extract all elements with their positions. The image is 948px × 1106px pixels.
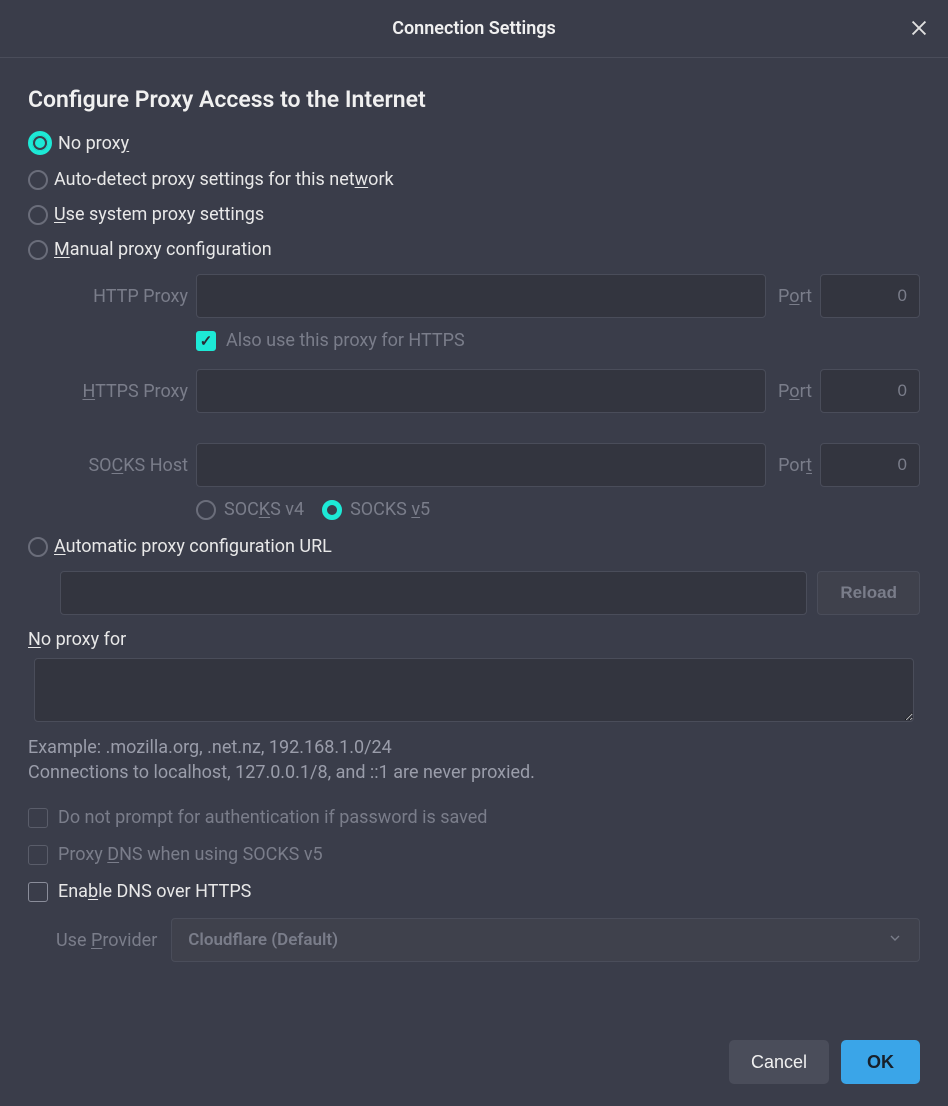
no-proxy-for-label: No proxy for bbox=[28, 629, 920, 650]
dialog-title: Connection Settings bbox=[392, 18, 556, 39]
radio-no-proxy[interactable]: No proxy bbox=[28, 131, 920, 155]
radio-manual-proxy[interactable]: Manual proxy configuration bbox=[28, 239, 920, 260]
port-label: Port bbox=[778, 455, 812, 476]
provider-label: Use Provider bbox=[56, 930, 157, 951]
https-port-input[interactable] bbox=[820, 369, 920, 413]
socks-port-input[interactable] bbox=[820, 443, 920, 487]
radio-auto-config-url[interactable]: Automatic proxy configuration URL bbox=[28, 536, 920, 557]
radio-icon bbox=[28, 205, 48, 225]
doh-provider-row: Use Provider Cloudflare (Default) bbox=[56, 918, 920, 962]
radio-icon bbox=[322, 500, 342, 520]
radio-label: SOCKS v4 bbox=[224, 499, 304, 520]
radio-icon bbox=[28, 131, 52, 155]
radio-icon bbox=[196, 500, 216, 520]
dialog-footer: Cancel OK bbox=[0, 1022, 948, 1106]
radio-system-proxy[interactable]: Use system proxy settings bbox=[28, 204, 920, 225]
http-port-input[interactable] bbox=[820, 274, 920, 318]
select-value: Cloudflare (Default) bbox=[188, 930, 338, 950]
checkbox-label: Enable DNS over HTTPS bbox=[58, 881, 251, 902]
port-label: Port bbox=[778, 286, 812, 307]
checkbox-icon bbox=[196, 331, 216, 351]
provider-select[interactable]: Cloudflare (Default) bbox=[171, 918, 920, 962]
section-title: Configure Proxy Access to the Internet bbox=[28, 86, 920, 113]
auto-config-url-input[interactable] bbox=[60, 571, 807, 615]
enable-doh-checkbox[interactable]: Enable DNS over HTTPS bbox=[28, 881, 920, 902]
radio-socks-v4[interactable]: SOCKS v4 bbox=[196, 499, 304, 520]
radio-label: SOCKS v5 bbox=[350, 499, 430, 520]
socks-host-label: SOCKS Host bbox=[58, 455, 188, 476]
no-prompt-auth-checkbox[interactable]: Do not prompt for authentication if pass… bbox=[28, 807, 920, 828]
no-proxy-for-input[interactable] bbox=[34, 658, 914, 722]
radio-label: Automatic proxy configuration URL bbox=[54, 536, 332, 557]
localhost-note: Connections to localhost, 127.0.0.1/8, a… bbox=[28, 762, 920, 783]
https-proxy-label: HTTPS Proxy bbox=[58, 381, 188, 402]
http-proxy-input[interactable] bbox=[196, 274, 766, 318]
port-label: Port bbox=[778, 381, 812, 402]
socks-host-input[interactable] bbox=[196, 443, 766, 487]
checkbox-icon bbox=[28, 808, 48, 828]
cancel-button[interactable]: Cancel bbox=[729, 1040, 829, 1084]
connection-settings-dialog: Connection Settings Configure Proxy Acce… bbox=[0, 0, 948, 1106]
radio-label: Manual proxy configuration bbox=[54, 239, 272, 260]
checkbox-label: Do not prompt for authentication if pass… bbox=[58, 807, 487, 828]
checkbox-label: Proxy DNS when using SOCKS v5 bbox=[58, 844, 323, 865]
radio-auto-detect[interactable]: Auto-detect proxy settings for this netw… bbox=[28, 169, 920, 190]
radio-label: No proxy bbox=[58, 133, 129, 154]
reload-button[interactable]: Reload bbox=[817, 571, 920, 615]
auto-config-url-row: Reload bbox=[60, 571, 920, 615]
example-text: Example: .mozilla.org, .net.nz, 192.168.… bbox=[28, 737, 920, 758]
checkbox-icon bbox=[28, 845, 48, 865]
also-https-checkbox-row[interactable]: Also use this proxy for HTTPS bbox=[196, 330, 920, 351]
https-proxy-input[interactable] bbox=[196, 369, 766, 413]
manual-proxy-section: HTTP Proxy Port Also use this proxy for … bbox=[28, 274, 920, 520]
proxy-dns-socks5-checkbox[interactable]: Proxy DNS when using SOCKS v5 bbox=[28, 844, 920, 865]
radio-icon bbox=[28, 240, 48, 260]
radio-icon bbox=[28, 537, 48, 557]
http-proxy-label: HTTP Proxy bbox=[58, 286, 188, 307]
close-icon[interactable] bbox=[908, 17, 932, 41]
checkbox-label: Also use this proxy for HTTPS bbox=[226, 330, 465, 351]
radio-label: Use system proxy settings bbox=[54, 204, 264, 225]
chevron-down-icon bbox=[887, 930, 903, 951]
ok-button[interactable]: OK bbox=[841, 1040, 920, 1084]
checkbox-icon bbox=[28, 882, 48, 902]
dialog-content: Configure Proxy Access to the Internet N… bbox=[0, 58, 948, 1022]
radio-icon bbox=[28, 170, 48, 190]
titlebar: Connection Settings bbox=[0, 0, 948, 58]
socks-version-row: SOCKS v4 SOCKS v5 bbox=[196, 499, 920, 520]
radio-socks-v5[interactable]: SOCKS v5 bbox=[322, 499, 430, 520]
radio-label: Auto-detect proxy settings for this netw… bbox=[54, 169, 394, 190]
